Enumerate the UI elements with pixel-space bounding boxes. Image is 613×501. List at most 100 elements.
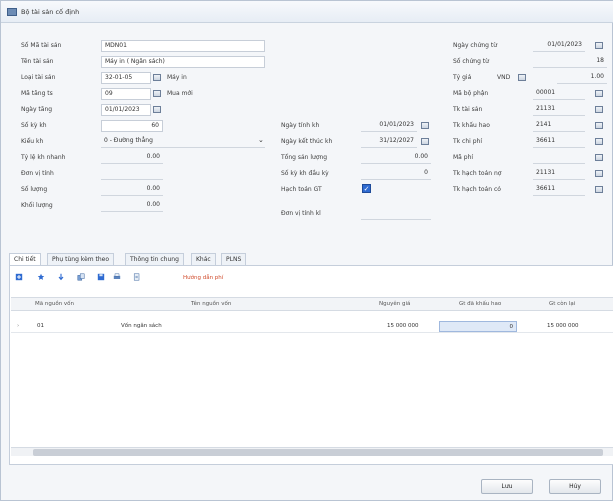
- asset-type-field[interactable]: 32-01-05: [101, 72, 151, 84]
- asset-code-field[interactable]: MDN01: [101, 40, 265, 52]
- expense-account-label: Tk chi phí: [453, 138, 483, 145]
- depr-method-select[interactable]: 0 - Đường thẳng: [101, 136, 265, 148]
- cell-accum-depr[interactable]: 0: [439, 321, 517, 332]
- asset-account-label: Tk tài sản: [453, 106, 483, 113]
- credit-account-field[interactable]: 36611: [533, 184, 585, 196]
- quantity-field[interactable]: 0.00: [101, 184, 163, 196]
- credit-account-label: Tk hạch toán có: [453, 186, 501, 193]
- cell-remaining-value[interactable]: 15 000 000: [547, 323, 579, 329]
- print-icon[interactable]: [113, 273, 121, 281]
- col-fund-name[interactable]: Tên nguồn vốn: [191, 301, 231, 307]
- scrollbar-thumb[interactable]: [33, 449, 603, 456]
- depr-start-date-field[interactable]: 01/01/2023: [361, 120, 417, 132]
- debit-account-label: Tk hạch toán nợ: [453, 170, 502, 177]
- move-down-icon[interactable]: [57, 273, 65, 281]
- fee-code-field[interactable]: [533, 152, 585, 164]
- depr-start-calendar-icon[interactable]: [421, 122, 429, 129]
- row-indicator: ›: [17, 323, 20, 329]
- opening-depr-periods-label: Số kỳ kh đầu kỳ: [281, 170, 329, 177]
- total-output-field[interactable]: 0.00: [361, 152, 431, 164]
- unit-label: Đơn vị tính: [21, 170, 54, 177]
- unit-field[interactable]: [101, 168, 163, 180]
- voucher-date-field[interactable]: 01/01/2023: [533, 40, 585, 52]
- increase-code-desc: Mua mới: [167, 90, 193, 97]
- detail-panel: [9, 265, 613, 465]
- increase-code-label: Mã tăng ts: [21, 90, 53, 97]
- weight-unit-field[interactable]: [361, 208, 431, 220]
- expense-account-field[interactable]: 36611: [533, 136, 585, 148]
- depr-account-lookup-icon[interactable]: [595, 122, 603, 129]
- copy-icon[interactable]: [77, 273, 85, 281]
- depr-account-field[interactable]: 2141: [533, 120, 585, 132]
- window-title: Bộ tài sản cố định: [21, 8, 80, 16]
- window-icon: [7, 8, 17, 16]
- table-row[interactable]: › 01 Vốn ngân sách 15 000 000 0 15 000 0…: [11, 320, 613, 333]
- horizontal-scrollbar[interactable]: [11, 447, 613, 456]
- weight-unit-label: Đơn vị tính kl: [281, 210, 321, 217]
- asset-name-field[interactable]: Máy in ( Ngân sách): [101, 56, 265, 68]
- save-button[interactable]: Lưu: [481, 479, 533, 494]
- asset-account-field[interactable]: 21131: [533, 104, 585, 116]
- cancel-button[interactable]: Hủy: [549, 479, 601, 494]
- debit-account-lookup-icon[interactable]: [595, 170, 603, 177]
- depr-start-date-label: Ngày tính kh: [281, 122, 320, 129]
- grid-header: Mã nguồn vốn Tên nguồn vốn Nguyên giá Gt…: [11, 297, 613, 311]
- voucher-no-label: Số chứng từ: [453, 58, 489, 65]
- increase-code-field[interactable]: 09: [101, 88, 151, 100]
- cell-fund-name[interactable]: Vốn ngân sách: [121, 323, 162, 329]
- fast-depr-rate-label: Tỷ lệ kh nhanh: [21, 154, 66, 161]
- add-row-icon[interactable]: [15, 273, 23, 281]
- depr-method-label: Kiểu kh: [21, 138, 44, 145]
- asset-window: Bộ tài sản cố định Số Mã tài sản MDN01 T…: [0, 0, 613, 501]
- post-gt-label: Hạch toán GT: [281, 186, 322, 193]
- col-accum-depr[interactable]: Gt đã khấu hao: [459, 301, 501, 307]
- toolbar-hint[interactable]: Hướng dẫn phí: [183, 275, 223, 281]
- debit-account-field[interactable]: 21131: [533, 168, 585, 180]
- depr-end-date-field[interactable]: 31/12/2027: [361, 136, 417, 148]
- export-icon[interactable]: [133, 273, 141, 281]
- col-remaining-value[interactable]: Gt còn lại: [549, 301, 575, 307]
- increase-date-field[interactable]: 01/01/2023: [101, 104, 151, 116]
- increase-date-calendar-icon[interactable]: [153, 106, 161, 113]
- depr-account-label: Tk khấu hao: [453, 122, 490, 129]
- weight-field[interactable]: 0.00: [101, 200, 163, 212]
- asset-type-label: Loại tài sản: [21, 74, 56, 81]
- exchange-rate-field[interactable]: 1.00: [557, 72, 607, 84]
- depr-end-date-label: Ngày kết thúc kh: [281, 138, 333, 145]
- asset-name-label: Tên tài sản: [21, 58, 54, 65]
- voucher-date-label: Ngày chứng từ: [453, 42, 498, 49]
- department-lookup-icon[interactable]: [595, 90, 603, 97]
- depr-periods-field[interactable]: 60: [101, 120, 163, 132]
- asset-type-desc: Máy in: [167, 74, 187, 81]
- fee-code-lookup-icon[interactable]: [595, 154, 603, 161]
- save-icon[interactable]: [97, 273, 105, 281]
- department-field[interactable]: 00001: [533, 88, 585, 100]
- chevron-down-icon[interactable]: ⌄: [258, 136, 264, 144]
- exchange-rate-label: Tỷ giá: [453, 74, 472, 81]
- total-output-label: Tổng sản lượng: [281, 154, 328, 161]
- voucher-date-calendar-icon[interactable]: [595, 42, 603, 49]
- cell-original-cost[interactable]: 15 000 000: [387, 323, 419, 329]
- voucher-no-field[interactable]: 18: [533, 56, 607, 68]
- credit-account-lookup-icon[interactable]: [595, 186, 603, 193]
- cell-fund-code[interactable]: 01: [37, 323, 44, 329]
- col-original-cost[interactable]: Nguyên giá: [379, 301, 410, 307]
- col-fund-code[interactable]: Mã nguồn vốn: [35, 301, 74, 307]
- depr-end-calendar-icon[interactable]: [421, 138, 429, 145]
- department-label: Mã bộ phận: [453, 90, 489, 97]
- currency-code[interactable]: VND: [497, 74, 510, 81]
- currency-lookup-icon[interactable]: [518, 74, 526, 81]
- fee-code-label: Mã phí: [453, 154, 474, 161]
- depr-periods-label: Số kỳ kh: [21, 122, 47, 129]
- asset-code-label: Số Mã tài sản: [21, 42, 62, 49]
- increase-date-label: Ngày tăng: [21, 106, 53, 113]
- increase-code-lookup-icon[interactable]: [153, 90, 161, 97]
- star-icon[interactable]: [37, 273, 45, 281]
- asset-type-lookup-icon[interactable]: [153, 74, 161, 81]
- expense-account-lookup-icon[interactable]: [595, 138, 603, 145]
- asset-account-lookup-icon[interactable]: [595, 106, 603, 113]
- post-gt-checkbox[interactable]: ✓: [362, 184, 371, 193]
- fast-depr-rate-field[interactable]: 0.00: [101, 152, 163, 164]
- title-bar: Bộ tài sản cố định: [1, 1, 613, 23]
- opening-depr-periods-field[interactable]: 0: [361, 168, 431, 180]
